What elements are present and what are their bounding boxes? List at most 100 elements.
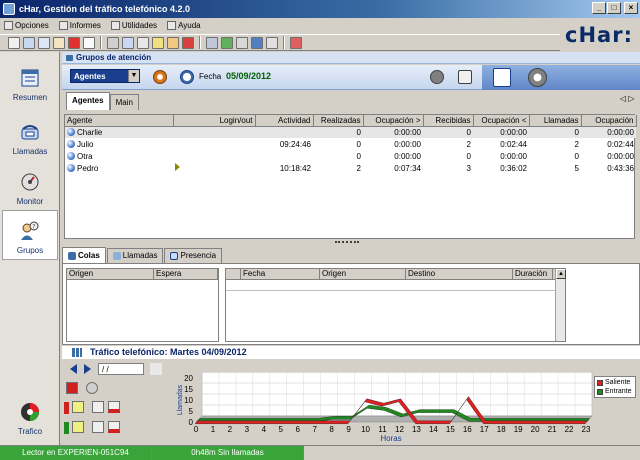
- close-button[interactable]: ×: [624, 2, 638, 14]
- ocup-in-cell: 0:36:02: [500, 163, 527, 173]
- settings-icon[interactable]: [236, 36, 248, 49]
- date-input[interactable]: / /: [98, 363, 144, 375]
- tab-llamadas[interactable]: Llamadas: [106, 248, 164, 263]
- tab-presencia[interactable]: Presencia: [164, 248, 223, 263]
- grid-icon[interactable]: [8, 36, 20, 49]
- users-icon[interactable]: [122, 36, 134, 49]
- entrante-bar-icon[interactable]: [108, 421, 120, 433]
- column-header[interactable]: Espera: [154, 269, 218, 279]
- realizadas-cell: 0: [313, 126, 363, 138]
- agent-icon: [67, 127, 75, 136]
- chart-icon[interactable]: [83, 36, 95, 49]
- column-header[interactable]: Duración: [513, 269, 553, 279]
- sidebar-item-trafico[interactable]: Trafico: [2, 390, 58, 440]
- print-icon[interactable]: [107, 36, 119, 49]
- saliente-filter-icon[interactable]: [72, 401, 84, 413]
- x-tick-label: 18: [497, 425, 506, 434]
- record-icon[interactable]: [68, 36, 80, 49]
- table-row[interactable]: Pedro 10:18:42 2 0:07:34 3 0:36:02 5 0:4…: [65, 162, 636, 174]
- actividad-cell: 09:24:46: [279, 139, 311, 149]
- reload-icon[interactable]: [86, 382, 98, 394]
- scroll-up-icon[interactable]: ▲: [556, 269, 566, 279]
- status-empty: [304, 446, 640, 460]
- group-selector[interactable]: Agentes ▼: [70, 69, 140, 83]
- column-header[interactable]: Ocupación >: [363, 115, 424, 127]
- sidebar-item-grupos[interactable]: ? Grupos: [2, 210, 58, 260]
- chart-legend: Saliente Entrante: [594, 376, 636, 398]
- binoculars-icon[interactable]: [150, 363, 162, 375]
- saliente-line-icon[interactable]: [92, 401, 104, 413]
- user-icon[interactable]: [493, 68, 511, 87]
- recibidas-cell: 0: [466, 151, 471, 161]
- key-icon[interactable]: [152, 36, 164, 49]
- recibidas-cell: 3: [466, 163, 471, 173]
- y-tick-label: 5: [189, 407, 194, 416]
- column-header[interactable]: Login/out: [173, 115, 256, 127]
- column-header[interactable]: Ocupación <: [473, 115, 530, 127]
- y-tick-label: 15: [184, 385, 193, 394]
- tab-agentes[interactable]: Agentes: [66, 92, 110, 110]
- entrante-filter-icon[interactable]: [72, 421, 84, 433]
- minimize-button[interactable]: _: [592, 2, 606, 14]
- menu-utilidades[interactable]: Utilidades: [110, 21, 157, 30]
- prev-day-icon[interactable]: [70, 364, 77, 374]
- folder-icon[interactable]: [53, 36, 65, 49]
- sidebar-item-monitor[interactable]: Monitor: [2, 160, 58, 210]
- tab-colas[interactable]: Colas: [62, 247, 106, 263]
- refresh-icon[interactable]: [153, 70, 167, 84]
- next-day-icon[interactable]: [84, 364, 91, 374]
- gauge-icon[interactable]: [430, 70, 444, 84]
- legend-item: Entrante: [597, 387, 633, 396]
- alarm-icon[interactable]: [290, 36, 302, 49]
- ocup-in-cell: 0:02:44: [500, 139, 527, 149]
- table-icon[interactable]: [266, 36, 278, 49]
- calls-scrollbar[interactable]: ▲: [555, 269, 566, 341]
- tab-scroll-arrows[interactable]: ◁ ▷: [620, 94, 635, 103]
- column-header[interactable]: Destino: [406, 269, 513, 279]
- column-header[interactable]: Recibidas: [423, 115, 474, 127]
- lock-icon[interactable]: [167, 36, 179, 49]
- fecha-value[interactable]: 05/09/2012: [226, 71, 271, 81]
- globe-icon[interactable]: [221, 36, 233, 49]
- x-tick-label: 14: [429, 425, 438, 434]
- calendar-day-icon[interactable]: [66, 382, 78, 394]
- maximize-button[interactable]: □: [607, 2, 621, 14]
- flag-icon[interactable]: [182, 36, 194, 49]
- column-header[interactable]: Realizadas: [313, 115, 364, 127]
- gear-icon[interactable]: [528, 68, 547, 87]
- column-header[interactable]: Ocupación: [581, 115, 637, 127]
- menu-ayuda[interactable]: Ayuda: [167, 21, 201, 30]
- table-row[interactable]: [226, 280, 565, 291]
- splitter-grip[interactable]: [335, 241, 359, 243]
- title-bar: cHar, Gestión del tráfico telefónico 4.2…: [0, 0, 640, 18]
- entrante-line-icon[interactable]: [92, 421, 104, 433]
- column-header[interactable]: Agente: [65, 115, 174, 127]
- printer-icon[interactable]: [458, 70, 472, 84]
- tab-main[interactable]: Main: [109, 94, 139, 110]
- main-toolbar: [0, 34, 560, 51]
- menu-opciones[interactable]: Opciones: [4, 21, 49, 30]
- chevron-down-icon[interactable]: ▼: [128, 70, 139, 82]
- table-row[interactable]: Charlie 0 0:00:00 0 0:00:00 0 0:00:00: [65, 126, 636, 138]
- table-row[interactable]: Julio 09:24:46 0 0:00:00 2 0:02:44 2 0:0…: [65, 138, 636, 150]
- saliente-bar-icon[interactable]: [108, 401, 120, 413]
- menu-informes[interactable]: Informes: [58, 21, 101, 30]
- list-icon[interactable]: [38, 36, 50, 49]
- eye-icon[interactable]: [137, 36, 149, 49]
- column-header[interactable]: Llamadas: [529, 115, 582, 127]
- table-row[interactable]: Otra 0 0:00:00 0 0:00:00 0 0:00:00: [65, 150, 636, 162]
- columns-icon[interactable]: [206, 36, 218, 49]
- recibidas-cell: 2: [466, 139, 471, 149]
- column-header[interactable]: Actividad: [255, 115, 314, 127]
- sidebar-item-resumen[interactable]: Resumen: [2, 56, 58, 106]
- column-header[interactable]: Fecha: [241, 269, 320, 279]
- column-header[interactable]: Origen: [320, 269, 406, 279]
- sidebar-item-llamadas[interactable]: Llamadas: [2, 110, 58, 160]
- realizadas-cell: 0: [356, 151, 361, 161]
- screen-icon[interactable]: [251, 36, 263, 49]
- x-tick-label: 1: [211, 425, 216, 434]
- window-icon[interactable]: [23, 36, 35, 49]
- x-tick-label: 20: [531, 425, 540, 434]
- column-header[interactable]: Origen: [67, 269, 154, 279]
- agent-name: Pedro: [77, 163, 99, 173]
